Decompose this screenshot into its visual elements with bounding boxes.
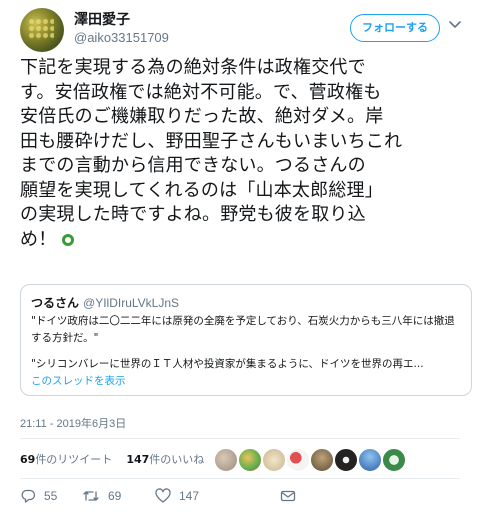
tweet-line: 願望を実現してくれるのは「山本太郎総理」 (20, 179, 383, 201)
tweet-actions: 55 69 147 (20, 488, 320, 506)
tweet-header: 澤田愛子 @aiko33151709 フォローする (20, 8, 462, 52)
retweet-stat[interactable]: 69件のリツイート (20, 453, 112, 466)
user-avatar[interactable] (20, 8, 64, 52)
liker-avatar[interactable] (358, 448, 382, 472)
quoted-tweet-header: つるさん @YIlDIruLVkLJnS (31, 295, 461, 311)
like-stat-label: 件のいいね (149, 453, 205, 466)
quoted-text-1: "ドイツ政府は二〇二二年には原発の全廃を予定しており、石炭火力からも三八年には撤… (31, 315, 455, 344)
tweet-text: 下記を実現する為の絶対条件は政権交代で す。安倍政権では絶対不可能。で、菅政権も… (20, 56, 470, 252)
follow-button[interactable]: フォローする (350, 14, 440, 42)
tweet-line: の実現した時ですよね。野党も彼を取り込 (20, 204, 366, 225)
liker-avatar[interactable] (238, 448, 262, 472)
liker-avatar[interactable] (214, 448, 238, 472)
retweet-button[interactable]: 69 (82, 488, 121, 504)
liker-avatar[interactable] (334, 448, 358, 472)
like-button[interactable]: 147 (155, 488, 199, 504)
divider (20, 438, 460, 439)
like-count: 147 (179, 489, 200, 503)
reply-count: 55 (44, 489, 58, 503)
retweet-stat-count: 69 (20, 453, 36, 466)
tweet-line: め！ (20, 228, 57, 250)
reply-button[interactable]: 55 (20, 488, 57, 504)
liker-avatar[interactable] (262, 448, 286, 472)
liker-avatar[interactable] (286, 448, 310, 472)
tweet-line: 安倍氏のご機嫌取りだった故、絶対ダメ。岸 (20, 106, 384, 127)
user-handle[interactable]: @aiko33151709 (74, 29, 169, 47)
user-display-name[interactable]: 澤田愛子 (74, 11, 169, 29)
tweet-line: す。安倍政権では絶対不可能。で、菅政権も (20, 81, 382, 103)
quoted-user-name: つるさん (31, 296, 80, 310)
liker-avatar[interactable] (382, 448, 406, 472)
tweet-line: 下記を実現する為の絶対条件は政権交代で (20, 57, 366, 78)
quoted-text-2: "シリコンバレーに世界のＩＴ人材や投資家が集まるように、ドイツを世界の再エ... (31, 358, 424, 370)
chevron-down-icon[interactable] (448, 17, 462, 31)
green-circle-emoji-icon (62, 233, 75, 246)
direct-message-button[interactable] (280, 488, 296, 504)
retweet-icon (83, 491, 99, 501)
tweet-line: までの言動から信用できない。つるさんの (20, 155, 366, 176)
user-name-block[interactable]: 澤田愛子 @aiko33151709 (74, 11, 169, 47)
like-stat-count: 147 (126, 453, 150, 466)
quoted-tweet[interactable]: つるさん @YIlDIruLVkLJnS "ドイツ政府は二〇二二年には原発の全廃を… (20, 284, 472, 396)
liker-avatar[interactable] (310, 448, 334, 472)
retweet-stat-label: 件のリツイート (35, 453, 113, 466)
reply-icon (21, 489, 36, 503)
show-thread-link[interactable]: このスレッドを表示 (31, 373, 461, 389)
like-stat[interactable]: 147件のいいね (126, 453, 204, 466)
quoted-user-handle: @YIlDIruLVkLJnS (83, 296, 180, 310)
tweet-line: 田も腰砕けだし、野田聖子さんもいまいちこれ (20, 130, 403, 152)
tweet-stats: 69件のリツイート 147件のいいね (20, 451, 204, 467)
retweet-count: 69 (108, 489, 122, 503)
tweet-line-last: め！ (20, 228, 470, 253)
envelope-icon (280, 490, 296, 502)
divider (20, 478, 460, 479)
heart-icon (155, 488, 171, 503)
tweet-timestamp[interactable]: 21:11 - 2019年6月3日 (20, 415, 126, 431)
